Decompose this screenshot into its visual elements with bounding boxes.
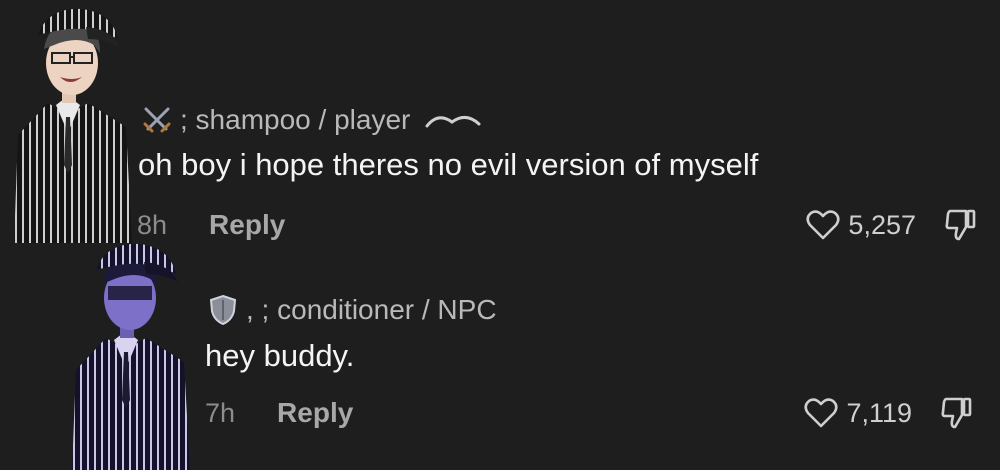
timestamp: 7h [205,397,236,428]
thumbs-down-icon [941,397,972,429]
creator-squiggle-icon [424,110,482,130]
comments-thread: ; shampoo / player oh boy i hope theres … [0,0,1000,470]
comment-actions: 5,257 [806,205,978,245]
username-row: ; shampoo / player [140,102,482,138]
comment-meta: 8h Reply [137,205,285,245]
timestamp: 8h [137,209,168,240]
dislike-button[interactable] [940,395,974,431]
comment-actions: 7,119 [804,393,974,433]
comment-item: , ; conditioner / NPC hey buddy. 7h Repl… [0,240,1000,470]
like-count: 7,119 [846,397,912,428]
reply-button[interactable]: Reply [277,397,353,429]
username-row: , ; conditioner / NPC [206,292,497,328]
thumbs-down-icon [945,209,976,241]
comment-item: ; shampoo / player oh boy i hope theres … [0,0,1000,245]
like-count: 5,257 [848,209,916,240]
avatar[interactable] [8,5,136,243]
comment-text: hey buddy. [205,338,355,373]
crossed-swords-icon [140,103,174,137]
dislike-button[interactable] [944,207,978,243]
comment-text: oh boy i hope theres no evil version of … [138,147,759,182]
heart-icon [804,398,838,428]
like-button[interactable]: 7,119 [804,397,912,429]
avatar[interactable] [66,240,194,470]
avatar-illustration [72,243,190,470]
comment-meta: 7h Reply [205,393,353,433]
avatar-illustration [14,8,132,243]
like-button[interactable]: 5,257 [806,209,916,241]
heart-icon [806,210,840,240]
username[interactable]: , ; conditioner / NPC [246,294,497,326]
shield-icon [206,293,240,327]
reply-button[interactable]: Reply [209,209,285,241]
username[interactable]: ; shampoo / player [180,104,410,136]
